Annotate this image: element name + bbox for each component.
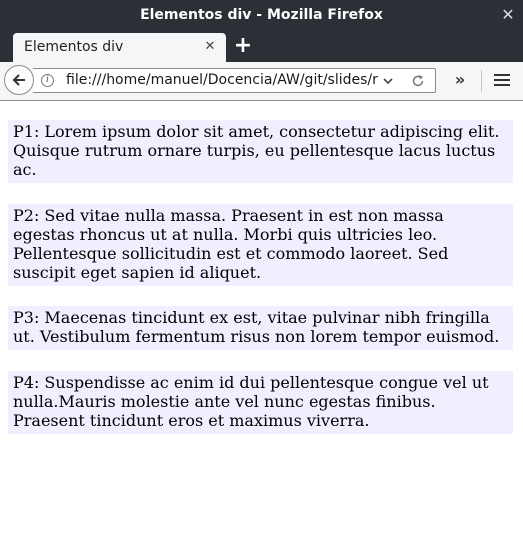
window-titlebar: Elementos div - Mozilla Firefox ✕ — [0, 0, 523, 31]
back-button[interactable] — [4, 65, 34, 95]
tab-strip: Elementos div ✕ + — [0, 31, 523, 62]
paragraph-p1: P1: Lorem ipsum dolor sit amet, consecte… — [8, 120, 513, 183]
paragraph-p4: P4: Suspendisse ac enim id dui pellentes… — [8, 371, 513, 434]
url-bar[interactable]: i file:///home/manuel/Docencia/AW/git/sl… — [33, 68, 436, 93]
close-tab-icon[interactable]: ✕ — [203, 40, 217, 54]
paragraph-p3: P3: Maecenas tincidunt ex est, vitae pul… — [8, 306, 513, 350]
url-input[interactable]: file:///home/manuel/Docencia/AW/git/slid… — [66, 69, 378, 92]
paragraph-p2: P2: Sed vitae nulla massa. Praesent in e… — [8, 204, 513, 286]
new-tab-icon[interactable]: + — [232, 35, 254, 57]
hamburger-menu-icon[interactable] — [494, 73, 510, 87]
toolbar-divider — [481, 70, 482, 92]
double-chevron-right-icon[interactable]: » — [450, 70, 470, 90]
tab-elementos-div[interactable]: Elementos div ✕ — [13, 33, 226, 62]
chevron-down-icon[interactable] — [382, 75, 394, 87]
tab-label: Elementos div — [24, 39, 124, 55]
navigation-toolbar: i file:///home/manuel/Docencia/AW/git/sl… — [0, 62, 523, 101]
info-icon[interactable]: i — [41, 74, 54, 87]
back-arrow-icon — [12, 74, 25, 86]
page-content: P1: Lorem ipsum dolor sit amet, consecte… — [0, 101, 523, 548]
window-title: Elementos div - Mozilla Firefox — [140, 7, 383, 23]
close-window-icon[interactable]: ✕ — [499, 6, 517, 24]
reload-icon[interactable] — [411, 74, 425, 88]
